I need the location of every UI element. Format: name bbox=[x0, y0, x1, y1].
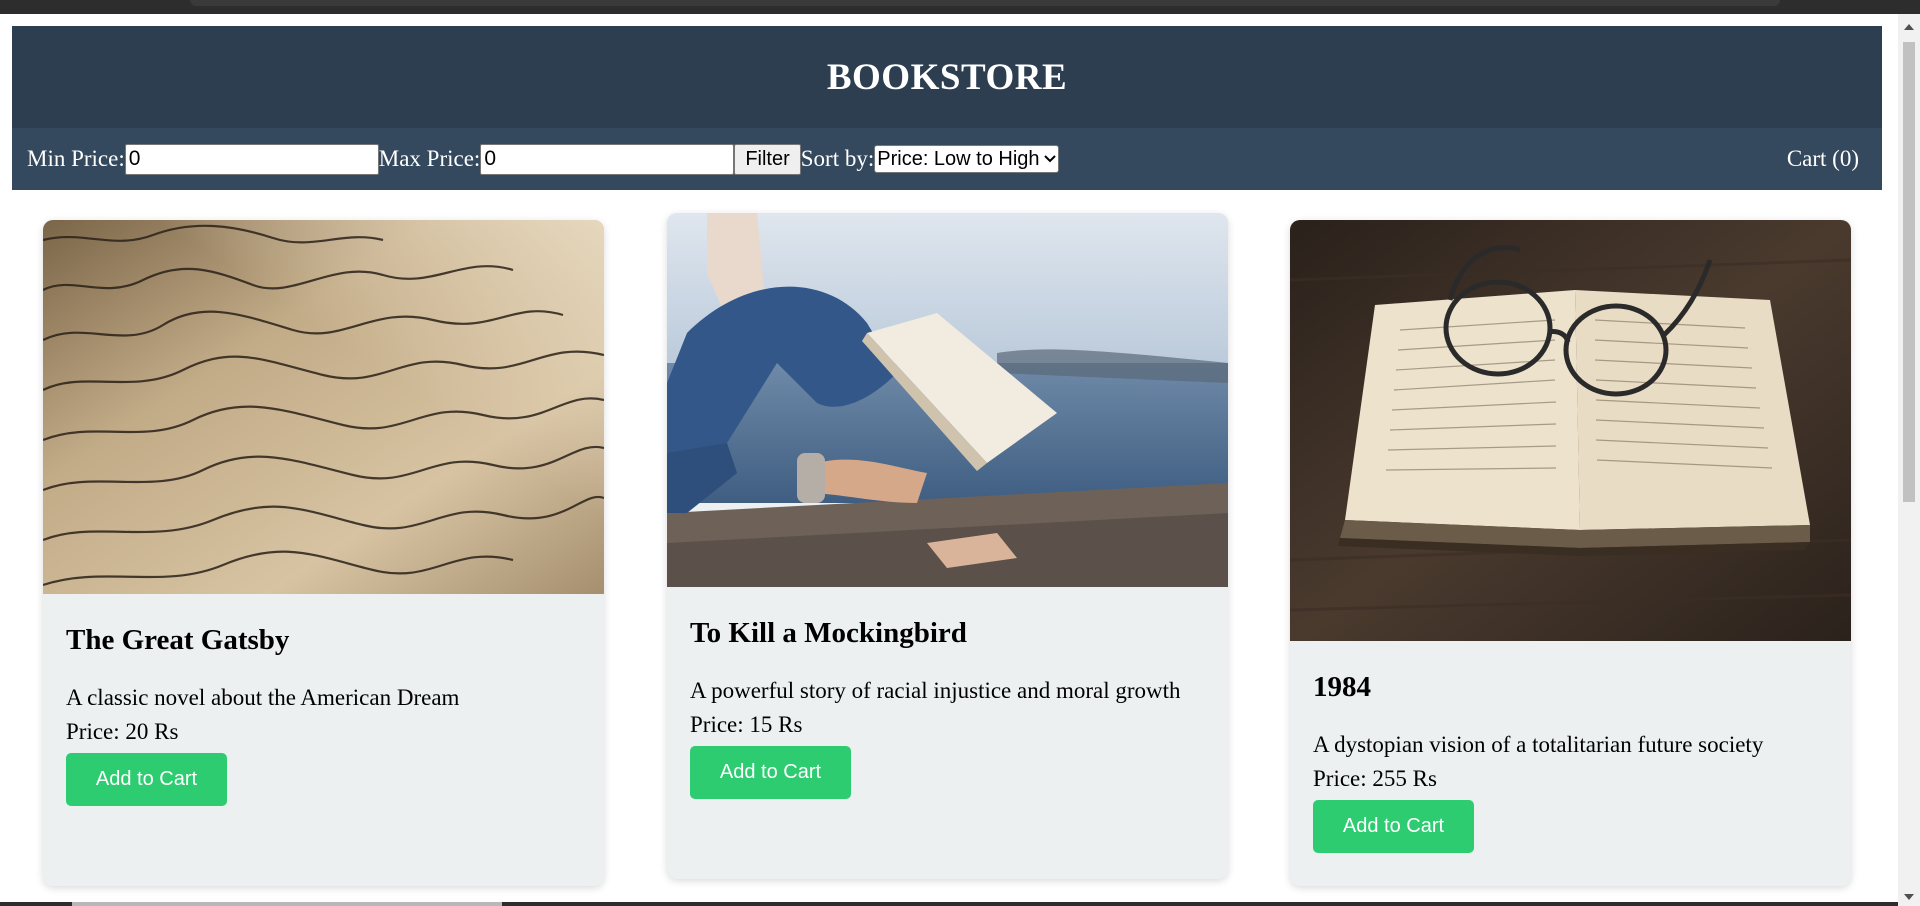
page: BOOKSTORE Min Price: Max Price: Filter S… bbox=[0, 14, 1898, 904]
book-description: A powerful story of racial injustice and… bbox=[690, 678, 1181, 703]
book-description: A classic novel about the American Dream bbox=[66, 685, 460, 710]
max-price-label: Max Price: bbox=[378, 146, 481, 171]
book-price: Price: 20 Rs bbox=[66, 719, 179, 744]
max-price-input[interactable] bbox=[480, 143, 735, 175]
add-to-cart-button[interactable]: Add to Cart bbox=[1313, 800, 1474, 853]
handwritten-letter-photo bbox=[43, 220, 604, 594]
book-price: Price: 255 Rs bbox=[1313, 766, 1437, 791]
book-description: A dystopian vision of a totalitarian fut… bbox=[1313, 732, 1764, 757]
person-reading-by-water-photo bbox=[667, 213, 1228, 587]
browser-top-bar bbox=[0, 0, 1920, 14]
site-header: BOOKSTORE bbox=[12, 26, 1882, 128]
book-card: The Great Gatsby A classic novel about t… bbox=[43, 220, 604, 886]
min-price-input[interactable] bbox=[124, 143, 379, 175]
book-card: 1984 A dystopian vision of a totalitaria… bbox=[1290, 220, 1851, 886]
scroll-up-arrow-icon[interactable] bbox=[1904, 24, 1914, 30]
chevron-down-icon bbox=[1043, 155, 1056, 163]
site-title: BOOKSTORE bbox=[826, 56, 1068, 98]
add-to-cart-button[interactable]: Add to Cart bbox=[66, 753, 227, 806]
filter-toolbar: Min Price: Max Price: Filter Sort by: Pr… bbox=[12, 128, 1882, 190]
book-card-body: 1984 A dystopian vision of a totalitaria… bbox=[1290, 671, 1851, 853]
scroll-down-arrow-icon[interactable] bbox=[1904, 894, 1914, 900]
sort-selected-value: Price: Low to High bbox=[877, 147, 1040, 170]
sort-select[interactable]: Price: Low to High bbox=[874, 145, 1059, 173]
book-title: The Great Gatsby bbox=[66, 624, 290, 656]
cart-link[interactable]: Cart (0) bbox=[1787, 146, 1859, 172]
scrollbar-thumb[interactable] bbox=[1903, 42, 1915, 502]
open-book-with-glasses-photo bbox=[1290, 220, 1851, 641]
min-price-label: Min Price: bbox=[27, 146, 125, 171]
vertical-scrollbar[interactable] bbox=[1898, 14, 1920, 906]
book-card: To Kill a Mockingbird A powerful story o… bbox=[667, 213, 1228, 879]
book-card-body: To Kill a Mockingbird A powerful story o… bbox=[667, 617, 1228, 799]
filter-button[interactable]: Filter bbox=[734, 143, 801, 175]
book-title: 1984 bbox=[1313, 671, 1371, 703]
browser-tab-strip bbox=[190, 0, 1780, 6]
horizontal-scrollbar[interactable] bbox=[0, 902, 1898, 906]
sort-label: Sort by: bbox=[800, 146, 875, 171]
horizontal-scrollbar-thumb[interactable] bbox=[72, 902, 502, 906]
add-to-cart-button[interactable]: Add to Cart bbox=[690, 746, 851, 799]
book-card-body: The Great Gatsby A classic novel about t… bbox=[43, 624, 604, 806]
book-title: To Kill a Mockingbird bbox=[690, 617, 967, 649]
book-price: Price: 15 Rs bbox=[690, 712, 803, 737]
